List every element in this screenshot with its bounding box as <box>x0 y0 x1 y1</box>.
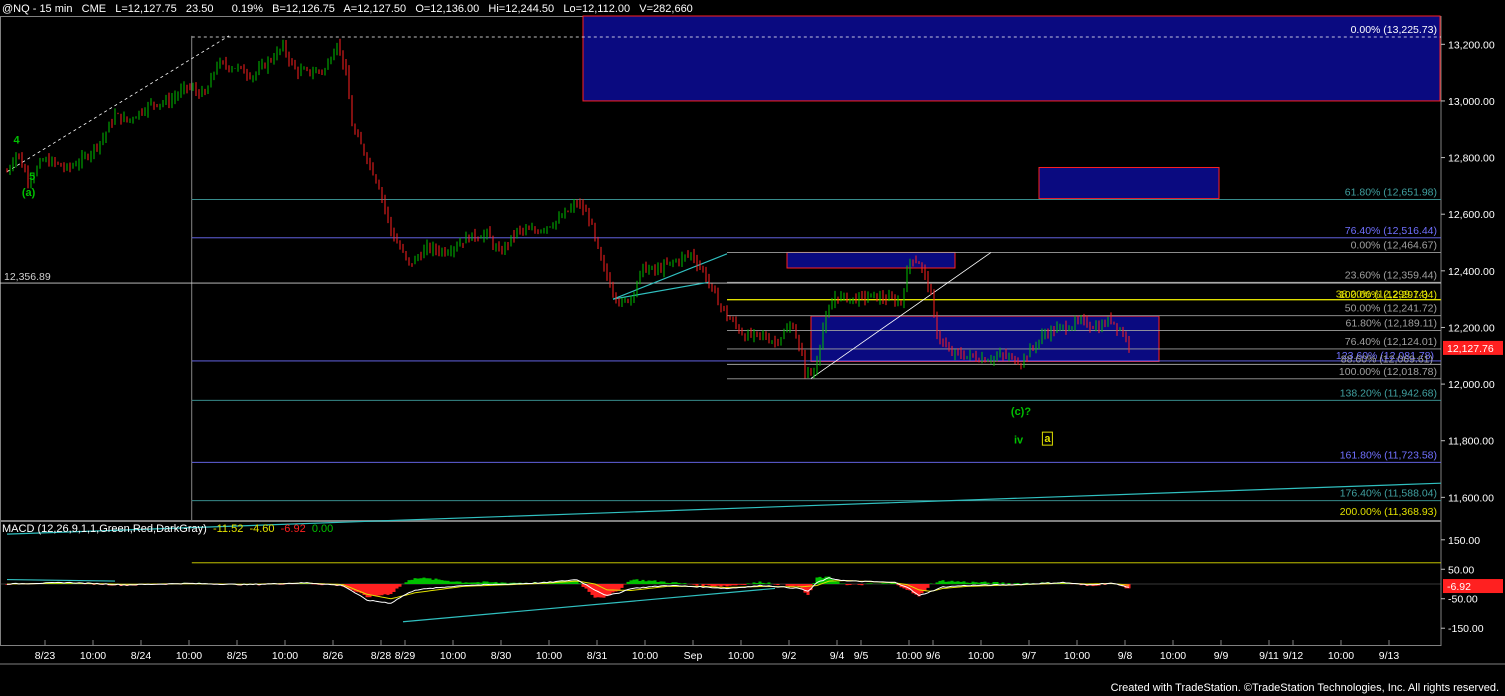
time-tick-label: 10:00 <box>176 650 202 662</box>
price-tick-label: 12,200.00 <box>1448 322 1495 334</box>
fib-label: 38.20% (12,299.14) <box>1336 288 1428 300</box>
time-tick-label: 8/30 <box>491 650 512 662</box>
trend-line <box>6 35 230 173</box>
time-tick-label: 9/4 <box>830 650 845 662</box>
fib-label: 176.40% (11,588.04) <box>1340 488 1437 500</box>
time-tick-label: 10:00 <box>1328 650 1354 662</box>
time-tick-label: 8/25 <box>227 650 248 662</box>
time-tick-label: 10:00 <box>728 650 754 662</box>
wave-label: 5 <box>29 171 35 183</box>
low-price: Lo=12,112.00 <box>563 3 631 15</box>
price-tick-label: 12,000.00 <box>1448 379 1495 391</box>
trend-line <box>612 281 710 300</box>
price-tick-label: 13,200.00 <box>1448 39 1495 51</box>
last-price: L=12,127.75 <box>115 3 177 15</box>
time-tick-label: 8/29 <box>395 650 416 662</box>
macd-tick-label: -150.00 <box>1448 623 1484 635</box>
macd-tick-label: -50.00 <box>1448 594 1478 606</box>
zero-value: 0.00 <box>311 523 334 535</box>
macd-tick-label: 150.00 <box>1448 535 1480 547</box>
price-tick-label: 11,600.00 <box>1448 492 1494 504</box>
fib-label: 23.60% (12,359.44) <box>1345 269 1437 281</box>
signal-value: -4.60 <box>249 523 275 535</box>
open-price: O=12,136.00 <box>415 3 480 15</box>
time-tick-label: 9/12 <box>1283 650 1304 662</box>
time-tick-label: 10:00 <box>968 650 994 662</box>
target-zone <box>582 15 1441 102</box>
macd-trend-line <box>6 578 116 582</box>
target-zone <box>810 315 1160 362</box>
time-tick-label: 10:00 <box>536 650 562 662</box>
target-zone <box>786 251 956 269</box>
fib-label: 0.00% (12,464.67) <box>1351 240 1437 252</box>
fib-label: 161.80% (11,723.58) <box>1340 449 1437 461</box>
wave-label: (c)? <box>1011 406 1031 418</box>
time-tick-label: 9/5 <box>854 650 869 662</box>
time-tick-label: Sep <box>684 650 703 662</box>
wave-label: 4 <box>14 134 21 146</box>
macd-header: MACD (12,26,9,1,1,Green,Red,DarkGray) -1… <box>2 523 333 535</box>
fib-label: 88.60% (12,069.61) <box>1341 353 1433 365</box>
price-tick-label: 12,400.00 <box>1448 266 1495 278</box>
macd-label: MACD (12,26,9,1,1,Green,Red,DarkGray) <box>2 523 207 535</box>
time-tick-label: 10:00 <box>1160 650 1186 662</box>
percent-change: 0.19% <box>231 3 263 15</box>
fib-label: 200.00% (11,368.93) <box>1340 506 1437 518</box>
price-tick-label: 11,800.00 <box>1448 436 1494 448</box>
fib-label: 61.80% (12,189.11) <box>1346 318 1437 330</box>
volume: V=282,660 <box>639 3 693 15</box>
hist-value: -6.92 <box>280 523 306 535</box>
last-price-label: 12,127.76 <box>1447 343 1494 355</box>
target-zone <box>1038 166 1220 200</box>
bid-price: B=12,126.75 <box>272 3 335 15</box>
fib-label: 100.00% (12,018.78) <box>1339 366 1437 378</box>
time-tick-label: 9/6 <box>926 650 941 662</box>
time-tick-label: 10:00 <box>80 650 106 662</box>
ask-price: A=12,127.50 <box>343 3 407 15</box>
time-tick-label: 10:00 <box>440 650 466 662</box>
fib-label: 0.00% (13,225.73) <box>1351 24 1437 36</box>
time-tick-label: 9/7 <box>1022 650 1037 662</box>
fib-label: 76.40% (12,124.01) <box>1345 336 1437 348</box>
time-tick-label: 10:00 <box>1064 650 1090 662</box>
price-tick-label: 13,000.00 <box>1448 96 1495 108</box>
macd-trend-line <box>402 587 776 623</box>
copyright-footer: Created with TradeStation. ©TradeStation… <box>1110 682 1499 694</box>
price-tick-label: 12,600.00 <box>1448 209 1495 221</box>
macd-value: -11.52 <box>212 523 244 535</box>
symbol-header: @NQ - 15 min CME L=12,127.75 23.50 0.19%… <box>2 3 693 15</box>
reference-label: 12,356.89 <box>4 271 51 283</box>
time-tick-label: 9/8 <box>1118 650 1133 662</box>
wave-label: (a) <box>22 187 36 199</box>
fib-label: 76.40% (12,516.44) <box>1345 225 1437 237</box>
fib-label: 61.80% (12,651.98) <box>1345 186 1437 198</box>
price-tick-label: 12,800.00 <box>1448 153 1495 165</box>
time-tick-label: 10:00 <box>272 650 298 662</box>
wave-label: iv <box>1014 435 1024 447</box>
time-tick-label: 10:00 <box>632 650 658 662</box>
trend-line <box>612 253 728 300</box>
time-tick-label: 9/13 <box>1379 650 1400 662</box>
price-chart[interactable]: 0.00% (13,225.73) 61.80% (12,651.98) 76.40… <box>0 0 1505 696</box>
macd-last-label: -6.92 <box>1447 581 1471 593</box>
fib-label: 138.20% (11,942.68) <box>1340 387 1437 399</box>
time-tick-label: 8/23 <box>35 650 56 662</box>
time-tick-label: 10:00 <box>896 650 922 662</box>
time-tick-label: 8/28 <box>371 650 392 662</box>
macd-tick-label: 50.00 <box>1448 564 1474 576</box>
time-tick-label: 9/11 <box>1259 650 1279 662</box>
fib-label: 50.00% (12,241.72) <box>1345 303 1437 315</box>
time-tick-label: 8/31 <box>587 650 608 662</box>
net-change: 23.50 <box>185 3 214 15</box>
time-tick-label: 9/9 <box>1214 650 1229 662</box>
exchange-label: CME <box>81 3 107 15</box>
time-tick-label: 8/26 <box>323 650 344 662</box>
wave-label: a <box>1044 433 1051 445</box>
chart-window: 0.00% (13,225.73) 61.80% (12,651.98) 76.40… <box>0 0 1505 696</box>
symbol-name: @NQ - 15 min <box>2 3 73 15</box>
time-tick-label: 8/24 <box>131 650 152 662</box>
high-price: Hi=12,244.50 <box>488 3 555 15</box>
time-tick-label: 9/2 <box>782 650 797 662</box>
